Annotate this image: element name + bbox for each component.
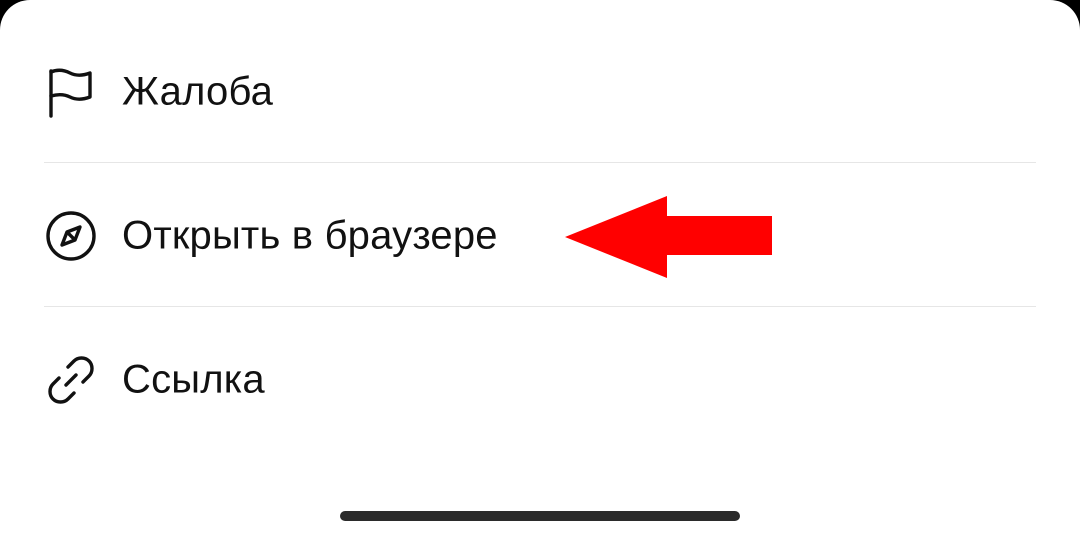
flag-icon	[44, 65, 98, 119]
bottom-sheet: Жалоба Открыть в браузере Ссылка	[0, 0, 1080, 538]
compass-icon	[44, 209, 98, 263]
menu-item-label: Жалоба	[122, 69, 274, 114]
link-icon	[44, 353, 98, 407]
home-indicator[interactable]	[340, 511, 740, 521]
menu-item-open-in-browser[interactable]: Открыть в браузере	[0, 186, 1080, 286]
red-arrow-annotation	[565, 196, 772, 278]
menu-item-label: Открыть в браузере	[122, 213, 498, 258]
menu-item-link[interactable]: Ссылка	[0, 330, 1080, 430]
divider	[44, 306, 1036, 307]
menu-item-label: Ссылка	[122, 357, 265, 402]
divider	[44, 162, 1036, 163]
menu-item-report[interactable]: Жалоба	[0, 42, 1080, 142]
